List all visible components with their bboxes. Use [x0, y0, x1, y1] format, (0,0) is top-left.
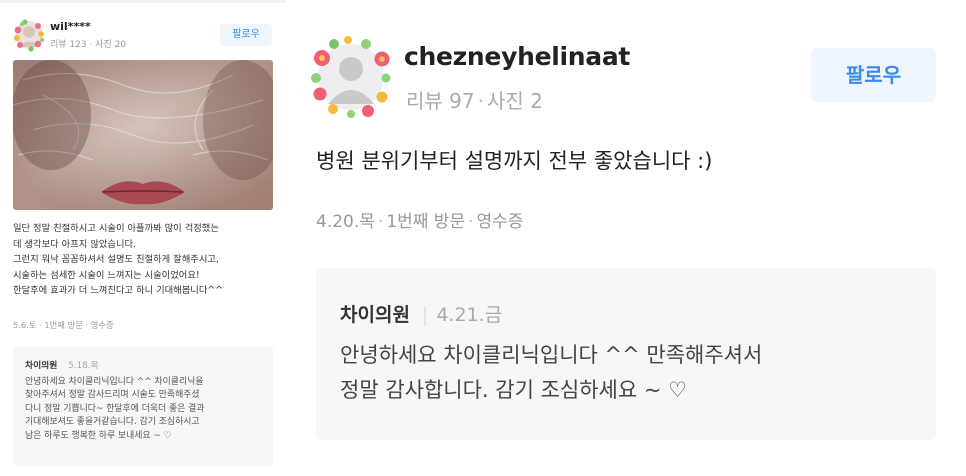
reply-date: 4.21.금: [436, 304, 503, 326]
review-text: 병원 분위기부터 설명까지 전부 좋았습니다 :): [316, 149, 713, 173]
reviewer-stats: 리뷰 123 · 사진 20: [50, 40, 127, 50]
reply-line: 기대해보셔도 좋을거같습니다. 감기 조심하시고: [25, 417, 200, 428]
reply-body: 안녕하세요 차이클리닉입니다 ^^ 차이클리닉을 찾아주셔서 정말 감사드리며 …: [25, 376, 270, 443]
divider: [0, 0, 286, 3]
owner-reply: 차이의원 | 4.21.금 안녕하세요 차이클리닉입니다 ^^ 만족해주셔서 정말 …: [316, 268, 936, 440]
reply-author: 차이의원: [340, 304, 410, 326]
reply-line: 다니 정말 기쁩니다~ 한달후에 더욱더 좋은 결과: [25, 403, 205, 414]
reply-header: 차이의원 5.18.목: [25, 358, 99, 371]
reviewer-name[interactable]: wil****: [50, 20, 91, 33]
review-text-line: 데 생각보다 아프지 않았습니다.: [13, 238, 137, 250]
reviewer-stats: 리뷰 97 · 사진 2: [406, 85, 543, 114]
profile-avatar-wreath-icon[interactable]: [306, 34, 396, 120]
review-text-line: 한달후에 효과가 더 느껴진다고 하니 기대해봅니다^^: [13, 285, 223, 297]
visit-count: 1번째 방문: [386, 212, 466, 232]
reply-line: 안녕하세요 차이클리닉입니다 ^^ 차이클리닉을: [25, 377, 204, 387]
reply-body: 안녕하세요 차이클리닉입니다 ^^ 만족해주셔서 정말 감사합니다. 감기 조심…: [340, 338, 930, 408]
review-meta: 4.20.목 · 1번째 방문 · 영수증: [316, 207, 523, 232]
reply-date: 5.18.목: [68, 361, 99, 371]
reply-line: 남은 하루도 행복한 하루 보내세요 ~ ♡: [25, 430, 172, 441]
photo-count: 사진 2: [486, 89, 543, 113]
dot-separator: ·: [377, 212, 384, 232]
review-text-line: 그런지 워낙 꼼꼼하셔서 설명도 친절하게 잘해주시고,: [13, 254, 219, 266]
reply-line: 안녕하세요 차이클리닉입니다 ^^ 만족해주셔서: [340, 343, 763, 367]
left-review-card: wil**** 리뷰 123 · 사진 20 팔로우 일단 정말 친절하시고 시…: [0, 0, 286, 476]
profile-avatar-wreath-icon[interactable]: [12, 18, 46, 52]
review-text-line: 일단 정말 친절하시고 시술이 아플까봐 많이 걱정했는: [13, 223, 219, 234]
reply-header: 차이의원 | 4.21.금: [340, 300, 502, 327]
reviewer-name[interactable]: chezneyhelinaat: [404, 42, 630, 71]
review-photo[interactable]: [13, 60, 273, 210]
follow-button[interactable]: 팔로우: [811, 48, 936, 102]
receipt-label[interactable]: 영수증: [477, 212, 524, 232]
owner-reply: 차이의원 5.18.목 안녕하세요 차이클리닉입니다 ^^ 차이클리닉을 찾아주…: [13, 346, 273, 466]
review-text: 일단 정말 친절하시고 시술이 아플까봐 많이 걱정했는 데 생각보다 아프지 …: [13, 221, 283, 299]
review-meta: 5.6.토 · 1번째 방문 · 영수증: [13, 320, 114, 330]
review-count: 리뷰 97: [406, 89, 475, 113]
reply-line: 정말 감사합니다. 감기 조심하세요 ~ ♡: [340, 378, 687, 402]
visit-date: 4.20.목: [316, 212, 375, 232]
reply-line: 찾아주셔서 정말 감사드리며 시술도 만족해주셨: [25, 390, 200, 401]
follow-button[interactable]: 팔로우: [220, 24, 272, 46]
review-text-line: 시술하는 섬세한 시술이 느껴지는 시술이었어요!: [13, 269, 200, 281]
reply-author: 차이의원: [25, 361, 58, 371]
dot-separator: ·: [468, 212, 474, 232]
divider: |: [421, 304, 429, 326]
dot-separator: ·: [477, 89, 484, 113]
